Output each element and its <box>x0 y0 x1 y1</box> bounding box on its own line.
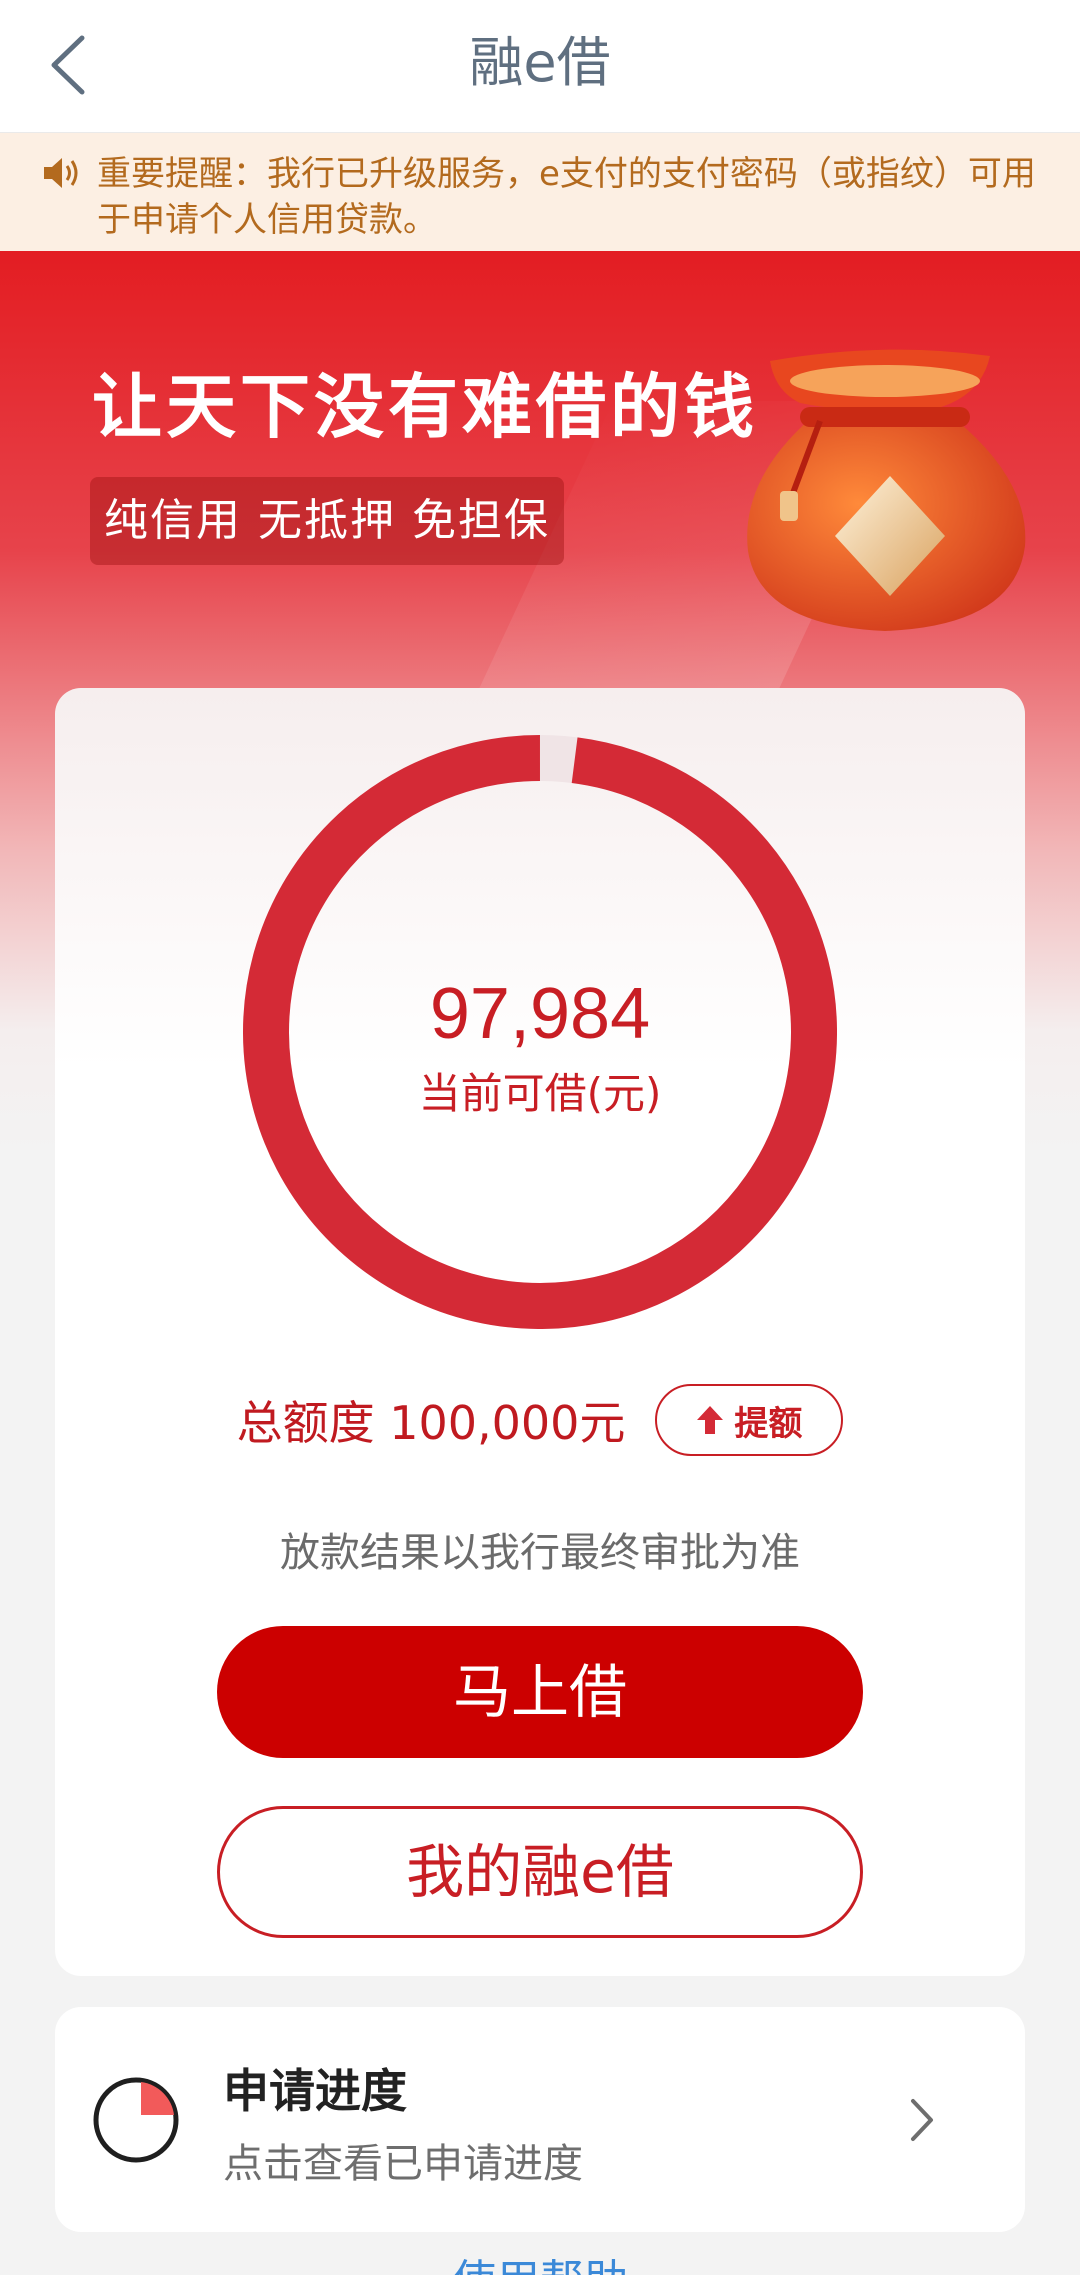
chevron-right-icon <box>911 2099 933 2141</box>
progress-pie-icon <box>93 2077 179 2163</box>
notice-banner: 重要提醒：我行已升级服务，e支付的支付密码（或指纹）可用于申请个人信用贷款。 <box>0 133 1080 251</box>
money-bag-icon <box>747 349 1026 631</box>
app-header: 融e借 <box>0 0 1080 133</box>
notice-text: 重要提醒：我行已升级服务，e支付的支付密码（或指纹）可用于申请个人信用贷款。 <box>97 154 1036 240</box>
borrow-now-button[interactable]: 马上借 <box>217 1626 863 1758</box>
my-loan-button[interactable]: 我的融e借 <box>217 1806 863 1938</box>
page-title: 融e借 <box>469 31 611 94</box>
total-limit-row: 总额度 100,000元 提额 <box>55 1382 1025 1458</box>
arrow-up-icon <box>697 1406 724 1434</box>
speaker-icon <box>44 158 78 188</box>
total-limit: 总额度 100,000元 <box>236 1396 626 1450</box>
hero-slogan: 让天下没有难借的钱 <box>92 366 758 448</box>
raise-limit-label: 提额 <box>734 1403 803 1444</box>
application-progress-item[interactable]: 申请进度 点击查看已申请进度 <box>55 2007 1025 2232</box>
progress-subtitle: 点击查看已申请进度 <box>223 2141 583 2187</box>
available-amount: 97,984 <box>429 974 651 1054</box>
approval-note: 放款结果以我行最终审批为准 <box>280 1530 800 1576</box>
credit-card: 97,984 当前可借(元) 总额度 100,000元 提额 放款结果以我行最终… <box>55 688 1025 1976</box>
available-label: 当前可借(元) <box>418 1069 662 1118</box>
progress-title: 申请进度 <box>223 2064 407 2118</box>
raise-limit-button[interactable]: 提额 <box>655 1384 844 1456</box>
hero-tagline: 纯信用 无抵押 免担保 <box>90 477 564 565</box>
help-link[interactable]: 使用帮助 <box>0 2252 1080 2275</box>
